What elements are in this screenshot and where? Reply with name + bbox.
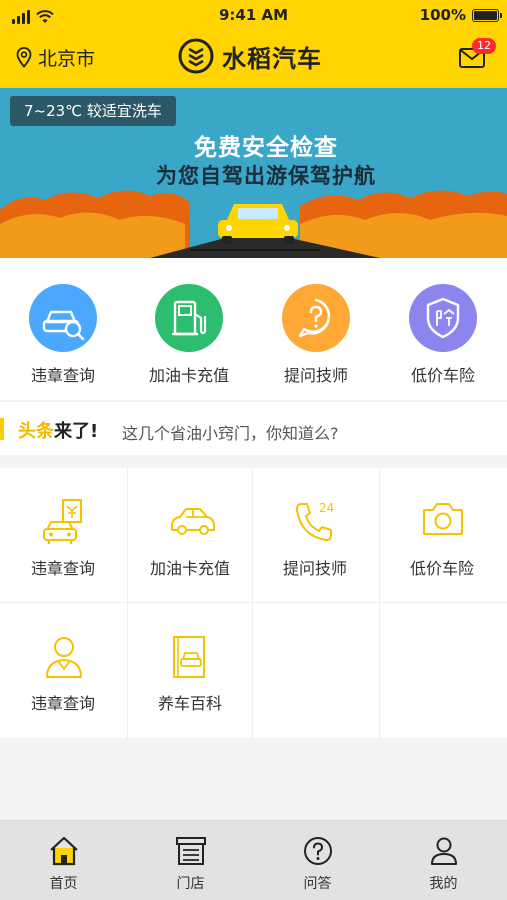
car-icon (171, 508, 215, 535)
quick-action-circle (282, 284, 350, 352)
grid-item-cheap-insurance[interactable]: 低价车险 (379, 468, 505, 602)
headline-text: 这几个省油小窍门，你知道么? (122, 424, 339, 443)
phone-24-icon: 24 (296, 501, 334, 541)
headline-tag-rest: 来了! (54, 421, 99, 442)
quick-action-label: 违章查询 (30, 366, 95, 385)
car-search-icon (42, 310, 85, 341)
brand-logo-icon (178, 38, 214, 74)
tab-store[interactable]: 门店 (127, 821, 254, 900)
city-name: 北京市 (38, 48, 96, 70)
car-ticket-icon (43, 499, 82, 544)
promo-banner[interactable]: 7~23℃ 较适宜洗车 免费安全检查 为您自驾出游保驾护航 (0, 88, 507, 258)
banner-title: 免费安全检查 (194, 135, 338, 161)
bottom-tab-bar: 首页 门店 问答 我的 (0, 820, 507, 900)
top-header: 9:41 AM 100% 北京市 水稻汽车 12 (0, 0, 507, 88)
store-icon (176, 837, 206, 865)
weather-tag: 7~23℃ 较适宜洗车 (10, 96, 176, 126)
status-battery: 100% (419, 6, 502, 24)
tab-label: 问答 (303, 876, 332, 892)
home-icon (50, 836, 78, 866)
question-icon (298, 298, 331, 338)
svg-text:24: 24 (319, 501, 334, 515)
quick-action-label: 低价车险 (410, 366, 475, 385)
grid-item-ask-technician[interactable]: 24 提问技师 (252, 468, 378, 602)
quick-action-circle (29, 284, 97, 352)
location-pin-icon (16, 47, 32, 68)
headline-tag: 头条来了! (18, 417, 98, 443)
quick-action-label: 提问技师 (283, 366, 348, 385)
camera-icon (423, 503, 463, 535)
car-book-icon (173, 636, 205, 678)
brand: 水稻汽车 (178, 38, 322, 74)
grid-item-label: 低价车险 (409, 559, 474, 578)
user-icon (431, 837, 457, 865)
nav-bar: 北京市 水稻汽车 12 (0, 30, 507, 88)
grid-item-label: 违章查询 (30, 694, 95, 713)
battery-percent: 100% (419, 6, 466, 24)
grid-item-car-encyclopedia[interactable]: 养车百科 (127, 603, 253, 737)
service-grid: 违章查询 加油卡充值 24 提问技师 低价车险 违章查询 养车百科 (0, 468, 507, 738)
city-selector[interactable]: 北京市 (16, 44, 95, 71)
quick-action-circle (409, 284, 477, 352)
headline-ticker[interactable]: 头条来了! 这几个省油小窍门，你知道么? (0, 401, 507, 455)
quick-action-ask-technician[interactable]: 提问技师 (253, 258, 379, 400)
battery-icon (472, 8, 502, 22)
grid-item-label: 养车百科 (157, 694, 222, 713)
grid-item-label: 违章查询 (30, 559, 95, 578)
quick-action-cheap-insurance[interactable]: 低价车险 (380, 258, 506, 400)
fuel-pump-icon (172, 300, 207, 336)
quick-action-fuel-card[interactable]: 加油卡充值 (126, 258, 252, 400)
banner-subtitle: 为您自驾出游保驾护航 (156, 164, 376, 188)
grid-item-violation-query[interactable]: 违章查询 (0, 468, 126, 602)
brand-name: 水稻汽车 (222, 44, 322, 73)
quick-actions: 违章查询 加油卡充值 提问技师 低价车险 (0, 258, 507, 400)
insurance-shield-icon (426, 297, 460, 339)
quick-action-circle (155, 284, 223, 352)
status-bar: 9:41 AM 100% (0, 0, 507, 30)
tab-label: 门店 (176, 876, 205, 892)
question-icon (304, 837, 332, 865)
grid-item-violation-query-2[interactable]: 违章查询 (0, 603, 126, 737)
grid-item-label: 加油卡充值 (149, 559, 230, 578)
mail-badge: 12 (472, 38, 496, 54)
grid-item-fuel-card[interactable]: 加油卡充值 (127, 468, 253, 602)
headline-accent-bar (0, 418, 4, 440)
tab-label: 我的 (429, 876, 458, 892)
tab-home[interactable]: 首页 (0, 821, 127, 900)
grid-item-label: 提问技师 (282, 559, 347, 578)
tab-qa[interactable]: 问答 (254, 821, 381, 900)
tab-label: 首页 (49, 876, 78, 892)
headline-tag-highlight: 头条 (18, 421, 54, 442)
quick-action-label: 加油卡充值 (148, 366, 229, 385)
person-icon (46, 637, 82, 678)
quick-action-violation-query[interactable]: 违章查询 (0, 258, 126, 400)
tab-mine[interactable]: 我的 (380, 821, 507, 900)
